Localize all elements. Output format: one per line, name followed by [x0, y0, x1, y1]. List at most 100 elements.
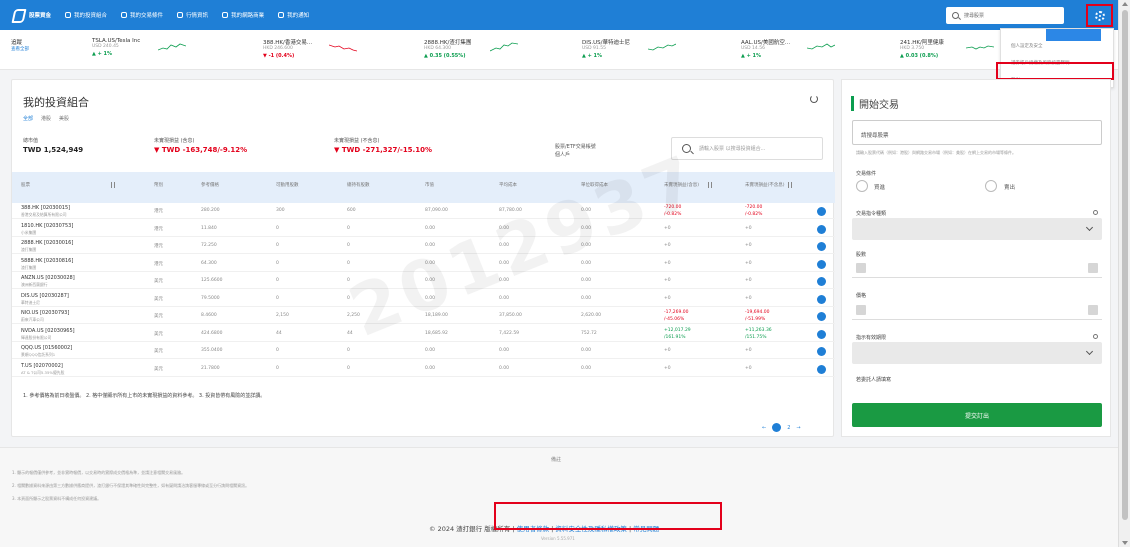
expiry-select[interactable]	[852, 342, 1102, 364]
cell-unit: 0.00	[581, 348, 592, 353]
scroll-thumb[interactable]	[1122, 10, 1128, 520]
row-action-button[interactable]	[817, 277, 826, 286]
cell-avail: 0	[276, 365, 279, 371]
gear-icon	[1094, 10, 1105, 21]
table-row[interactable]: 1810.HK [02030753] 小米集團 港元 11.840 0 0 0.00 0.00…	[12, 222, 835, 237]
quantity-label: 股數	[856, 252, 867, 258]
row-action-button[interactable]	[817, 312, 826, 321]
col-currency[interactable]: 幣別	[154, 182, 163, 188]
cell-pl-excl-pct: /151.75%	[745, 334, 767, 340]
ticker-item[interactable]: 2888.HK/渣打集團 HKD 64.300 ▲ 0.35 (0.55%)	[424, 38, 584, 66]
order-type-select[interactable]	[852, 218, 1102, 240]
info-icon[interactable]	[1093, 210, 1098, 215]
portfolio-search-input[interactable]: 請輸入股票 以搜尋投資組合...	[671, 137, 823, 160]
stock-code[interactable]: QQQ.US [01560002]	[21, 345, 72, 351]
price-stepper[interactable]	[852, 302, 1102, 320]
bell-icon	[278, 12, 285, 18]
scroll-down-icon[interactable]	[1122, 541, 1128, 545]
cell-avail: 2,150	[276, 313, 289, 318]
menu-item-personal-settings[interactable]: 個人設定及安全	[1011, 43, 1043, 49]
minus-button[interactable]	[856, 263, 866, 273]
nav-search-input[interactable]: 搜尋股票	[946, 7, 1064, 24]
stock-code[interactable]: T.US [02070002]	[21, 363, 63, 369]
nav-item-notifications[interactable]: 我的通知	[278, 11, 309, 19]
sell-radio[interactable]	[985, 180, 997, 192]
sell-label: 賣出	[1004, 185, 1016, 191]
trade-panel: 開始交易 請搜尋股票 請輸入股票代碼（例如：港股）與網路交易市場（例如：美股）在…	[841, 79, 1111, 437]
scroll-up-icon[interactable]	[1122, 2, 1128, 6]
tab-us-stocks[interactable]: 美股	[59, 115, 69, 122]
sort-icon[interactable]	[788, 182, 792, 188]
portfolio-search-placeholder: 請輸入股票 以搜尋投資組合...	[699, 146, 766, 152]
tab-all[interactable]: 全部	[23, 115, 33, 122]
stock-code[interactable]: NVDA.US [02030965]	[21, 328, 75, 334]
sort-icon[interactable]	[111, 182, 115, 188]
col-market-value[interactable]: 市值	[425, 182, 434, 188]
cell-hold: 0	[347, 348, 350, 353]
col-stock[interactable]: 股票	[21, 182, 30, 188]
row-action-button[interactable]	[817, 224, 826, 234]
page-number[interactable]: 2	[787, 425, 790, 431]
minus-button[interactable]	[856, 305, 866, 315]
cell-pl-excl-pct: /-0.82%	[745, 212, 763, 217]
row-action-button[interactable]	[817, 259, 826, 269]
nav-item-market-info[interactable]: 行情資訊	[177, 11, 208, 19]
col-total-shares[interactable]: 總持有股數	[347, 182, 370, 188]
stock-search-input[interactable]: 請搜尋股票	[852, 120, 1102, 145]
nav-item-trade-conditions[interactable]: 我的交易條件	[121, 11, 163, 19]
col-available-shares[interactable]: 可動用股數	[276, 182, 299, 188]
bank-logo-icon[interactable]	[11, 8, 25, 22]
trade-icon	[121, 12, 128, 18]
stock-code[interactable]: ANZN.US [02030028]	[21, 275, 75, 281]
row-action-button[interactable]	[817, 207, 826, 216]
stock-code[interactable]: 2888.HK [02030016]	[21, 240, 73, 246]
ticker-item[interactable]: AAL.US/美國航空... USD 14.56 ▲ + 1%	[741, 38, 901, 66]
col-avg-cost[interactable]: 平均成本	[499, 182, 517, 188]
nav-item-label: 我的投資組合	[74, 13, 108, 19]
ticker-item[interactable]: 388.HK/香港交易... HKD 246.600 ▼ -1 (0.4%)	[263, 38, 423, 66]
next-page-icon[interactable]: →	[796, 425, 800, 431]
current-page-dot[interactable]	[772, 423, 782, 432]
row-action-button[interactable]	[817, 294, 826, 304]
settings-gear-button[interactable]	[1086, 4, 1113, 27]
row-action-button[interactable]	[817, 242, 826, 251]
stock-code[interactable]: 1810.HK [02030753]	[21, 223, 73, 229]
ticker-item[interactable]: TSLA.US/Tesla Inc USD 240.45 ▲ + 1%	[92, 38, 252, 66]
buy-radio[interactable]	[856, 180, 868, 192]
pagination: ← 2 →	[762, 423, 801, 432]
stock-code[interactable]: 5888.HK [02030816]	[21, 258, 73, 264]
total-value-label: 總市值	[23, 138, 39, 144]
nav-item-portfolio[interactable]: 我的投資組合	[65, 11, 107, 19]
table-row[interactable]: T.US [02070002] AT & T公司5.35%優先股 美元 21.7800…	[12, 362, 835, 377]
sparkline-icon	[648, 43, 676, 51]
stock-name: 渣打集團	[21, 264, 37, 270]
row-action-button[interactable]	[817, 364, 826, 374]
cell-pl-incl: +12,017.29	[664, 327, 691, 333]
tab-hk-stocks[interactable]: 港股	[41, 115, 51, 122]
col-pl-excl[interactable]: 未實現損益(不含息)	[745, 182, 785, 188]
stock-code[interactable]: DIS.US [02030287]	[21, 293, 69, 299]
prev-page-icon[interactable]: ←	[762, 425, 766, 431]
plus-button[interactable]	[1088, 305, 1098, 315]
col-ref-price[interactable]: 參考價格	[201, 182, 219, 188]
plus-button[interactable]	[1088, 263, 1098, 273]
sort-icon[interactable]	[708, 182, 712, 188]
delegate-label: 若委託人請填寫	[856, 377, 892, 383]
row-action-button[interactable]	[817, 347, 826, 356]
cell-mv: 0.00	[425, 225, 436, 231]
refresh-icon[interactable]	[810, 95, 818, 103]
nav-item-stock-funds[interactable]: 股票資金	[29, 11, 51, 19]
info-icon[interactable]	[1093, 334, 1098, 339]
stock-code[interactable]: NIO.US [02030793]	[21, 310, 69, 316]
table-row[interactable]: QQQ.US [01560002] 景順QQQ信託系列1 美元 355.0400 0 0 0…	[12, 344, 835, 359]
etf-account-label: 股票/ETF交易帳號	[555, 144, 596, 150]
page-scrollbar[interactable]	[1118, 0, 1130, 547]
table-row[interactable]: 388.HK [02030015] 香港交易及結算所有限公司 港元 280.200 30…	[12, 204, 835, 219]
order-type-label: 交易指令種類	[856, 211, 887, 217]
ticker-item[interactable]: DIS.US/華特迪士尼 USD 91.55 ▲ + 1%	[582, 38, 742, 66]
submit-order-button[interactable]: 提交訂出	[852, 403, 1102, 427]
stock-code[interactable]: 388.HK [02030015]	[21, 205, 70, 211]
nav-item-online-business[interactable]: 我的網路商業	[222, 11, 264, 19]
quantity-stepper[interactable]	[852, 260, 1102, 278]
row-action-button[interactable]	[817, 329, 826, 339]
